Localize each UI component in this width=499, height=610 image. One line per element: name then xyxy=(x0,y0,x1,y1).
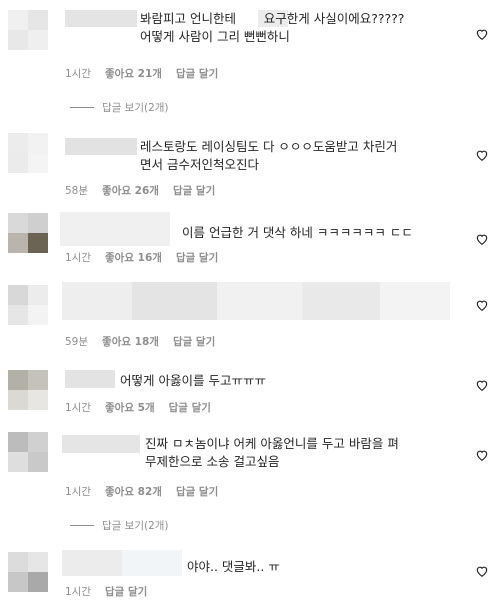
view-replies[interactable]: 답글 보기(2개) xyxy=(70,518,169,533)
avatar[interactable] xyxy=(8,10,48,50)
avatar[interactable] xyxy=(8,133,48,173)
heart-icon[interactable] xyxy=(475,148,489,162)
likes-count[interactable]: 좋아요 16개 xyxy=(105,250,162,265)
comment-time: 1시간 xyxy=(65,402,92,414)
comment-meta: 1시간 좋아요 16개 답글 달기 xyxy=(65,250,218,265)
comment-meta: 59분 좋아요 18개 답글 달기 xyxy=(65,334,215,349)
comment-time: 1시간 xyxy=(65,586,92,598)
reply-button[interactable]: 답글 달기 xyxy=(176,484,218,499)
comment-time: 1시간 xyxy=(65,486,92,498)
comment-meta: 1시간 좋아요 21개 답글 달기 xyxy=(65,66,218,81)
view-replies-label[interactable]: 답글 보기(2개) xyxy=(102,100,169,115)
likes-count[interactable]: 좋아요 18개 xyxy=(102,334,159,349)
avatar[interactable] xyxy=(8,552,48,592)
avatar[interactable] xyxy=(8,432,48,472)
reply-button[interactable]: 답글 달기 xyxy=(176,66,218,81)
heart-icon[interactable] xyxy=(475,232,489,246)
reply-button[interactable]: 답글 달기 xyxy=(169,400,211,415)
comment-meta: 1시간 답글 달기 xyxy=(65,584,147,599)
comment-text: 이름 언급한 거 댓삭 하네 ㅋㅋㅋㅋㅋㅋ ㄷㄷ xyxy=(182,225,413,240)
divider-line xyxy=(70,107,94,108)
avatar[interactable] xyxy=(8,285,48,325)
avatar[interactable] xyxy=(8,213,48,253)
comment-time: 1시간 xyxy=(65,252,92,264)
likes-count[interactable]: 좋아요 21개 xyxy=(105,66,162,81)
comment-meta: 58분 좋아요 26개 답글 달기 xyxy=(65,183,215,198)
reply-button[interactable]: 답글 달기 xyxy=(173,183,215,198)
blurred-username xyxy=(60,212,170,246)
comment-text: 야야.. 댓글봐.. ㅠ xyxy=(187,559,280,574)
heart-icon[interactable] xyxy=(475,27,489,41)
comment-text: 진짜 ㅁㅊ놈이냐 어케 아옳언니를 두고 바람을 펴 무제한으로 소송 걸고싶음 xyxy=(145,436,399,469)
comment-meta: 1시간 좋아요 5개 답글 달기 xyxy=(65,400,211,415)
blurred-username xyxy=(62,550,182,576)
blurred-comment xyxy=(62,282,450,320)
blurred-username xyxy=(65,10,137,27)
view-replies[interactable]: 답글 보기(2개) xyxy=(70,100,169,115)
likes-count[interactable]: 좋아요 82개 xyxy=(105,484,162,499)
avatar[interactable] xyxy=(8,370,48,410)
reply-button[interactable]: 답글 달기 xyxy=(173,334,215,349)
divider-line xyxy=(70,525,94,526)
comment-text: 봐람피고 언니한테 요구한게 사실이에요????? 어떻게 사람이 그리 뻔뻔하… xyxy=(140,11,405,44)
heart-icon[interactable] xyxy=(475,448,489,462)
heart-icon[interactable] xyxy=(475,564,489,578)
heart-icon[interactable] xyxy=(475,378,489,392)
blurred-username xyxy=(62,435,140,453)
comment-text: 레스토랑도 레이싱팀도 다 ㅇㅇㅇ도움받고 차린거 면서 금수저인척오진다 xyxy=(140,139,398,172)
heart-icon[interactable] xyxy=(475,298,489,312)
comment-time: 58분 xyxy=(65,185,89,197)
likes-count[interactable]: 좋아요 5개 xyxy=(105,400,155,415)
comment-meta: 1시간 좋아요 82개 답글 달기 xyxy=(65,484,218,499)
comment-text: 어떻게 아옳이를 두고ㅠㅠㅠ xyxy=(120,373,266,388)
blurred-username xyxy=(65,370,115,388)
blurred-username xyxy=(65,138,137,155)
comment-time: 1시간 xyxy=(65,68,92,80)
comment-time: 59분 xyxy=(65,336,89,348)
reply-button[interactable]: 답글 달기 xyxy=(176,250,218,265)
view-replies-label[interactable]: 답글 보기(2개) xyxy=(102,518,169,533)
reply-button[interactable]: 답글 달기 xyxy=(105,584,147,599)
likes-count[interactable]: 좋아요 26개 xyxy=(102,183,159,198)
